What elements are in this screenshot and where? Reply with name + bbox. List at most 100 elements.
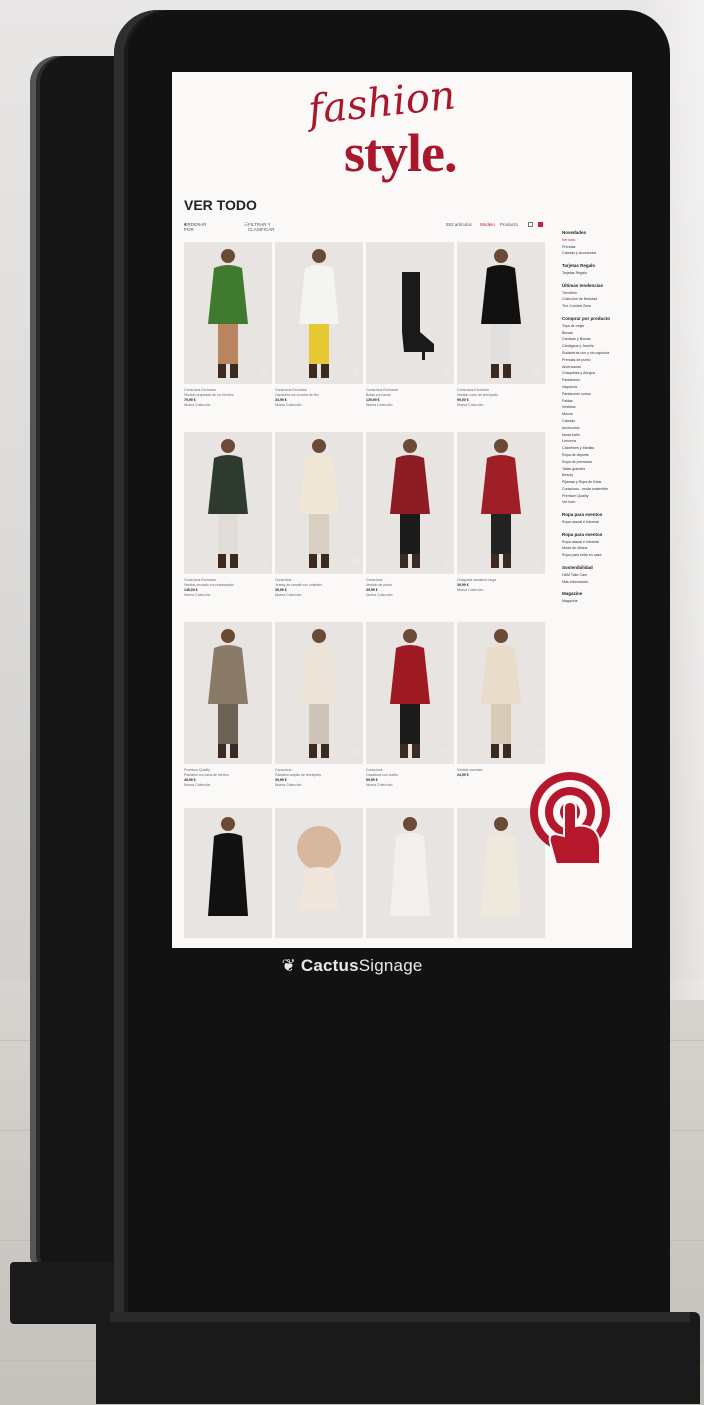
grid-small-icon[interactable] <box>528 222 533 227</box>
product-photo[interactable] <box>184 808 272 938</box>
product-tag: Nueva Colección <box>275 593 302 597</box>
heart-icon[interactable]: ♡ <box>534 748 541 757</box>
product-photo[interactable]: ♡ <box>366 622 454 764</box>
product-meta: Conscious Cazadora con cuello 59,99 € Nu… <box>366 768 454 788</box>
product-image <box>299 629 339 758</box>
sidebar-item[interactable]: Pijamas y Ropa de Estar <box>562 479 628 486</box>
filter-button[interactable]: ☷ FILTRAR Y CLASIFICAR <box>244 222 275 232</box>
sidebar-item[interactable]: Vestidos <box>562 404 628 411</box>
heart-icon[interactable]: ♡ <box>352 368 359 377</box>
product-image <box>481 439 521 568</box>
sidebar-item[interactable]: Ver todo <box>562 499 628 506</box>
product-tag: Nueva Colección <box>366 783 393 787</box>
category-sidebar: Novedades Ver todo Prendas Calzado y Acceso… <box>562 224 628 605</box>
model-view-toggle[interactable]: Modelo <box>480 222 495 227</box>
sidebar-item[interactable]: Monos <box>562 411 628 418</box>
sidebar-item[interactable]: Magazine <box>562 598 628 605</box>
product-photo[interactable] <box>366 808 454 938</box>
sidebar-heading: Magazine <box>562 591 583 597</box>
sidebar-item[interactable]: Beauty <box>562 472 628 479</box>
page-title: VER TODO <box>184 197 257 213</box>
sidebar-item[interactable]: Chaquetas y Abrigos <box>562 370 628 377</box>
heart-icon[interactable]: ♡ <box>443 368 450 377</box>
product-photo[interactable]: ♡ <box>457 622 545 764</box>
sidebar-item[interactable]: Conscious - moda sostenible <box>562 486 628 493</box>
product-photo[interactable]: ♡ <box>275 242 363 384</box>
heart-icon[interactable]: ♡ <box>534 368 541 377</box>
sidebar-item[interactable]: Lencería <box>562 438 628 445</box>
product-photo[interactable]: ♡ <box>366 242 454 384</box>
sidebar-item[interactable]: H&M Take Care <box>562 572 628 579</box>
heart-icon[interactable]: ♡ <box>534 558 541 567</box>
sidebar-item[interactable]: Premium Quality <box>562 493 628 500</box>
heart-icon[interactable]: ♡ <box>261 368 268 377</box>
product-meta: Conscious Vestido de punto 39,99 € Nueva… <box>366 578 454 598</box>
product-image <box>390 439 430 568</box>
sidebar-item[interactable]: Blusas <box>562 330 628 337</box>
sidebar-item[interactable]: The Comfort Zone <box>562 303 628 310</box>
sidebar-item[interactable]: Calzado y Accesorios <box>562 250 628 257</box>
sidebar-item[interactable]: Faldas <box>562 398 628 405</box>
brand-logo: ❦ CactusSignage <box>0 956 704 976</box>
sidebar-heading: Sostenibilidad <box>562 565 593 571</box>
sidebar-item[interactable]: Colección de Navidad <box>562 296 628 303</box>
sidebar-item[interactable]: Prendas <box>562 244 628 251</box>
heart-icon[interactable]: ♡ <box>352 558 359 567</box>
product-tag: Nueva Colección <box>457 588 484 592</box>
sidebar-item[interactable]: Tops de mujer <box>562 323 628 330</box>
kiosk-foot <box>96 1312 700 1404</box>
sidebar-heading: Ropa para eventos <box>562 531 603 537</box>
sidebar-item[interactable]: Ropa casual e informal <box>562 519 628 526</box>
heart-icon[interactable]: ♡ <box>443 558 450 567</box>
sidebar-item[interactable]: Más información <box>562 579 628 586</box>
sidebar-item[interactable]: Prendas de punto <box>562 357 628 364</box>
sidebar-item[interactable]: Ropa casual e informal <box>562 539 628 546</box>
sidebar-item[interactable]: Sudaderas con y sin capucha <box>562 350 628 357</box>
sidebar-item[interactable]: Calzado <box>562 418 628 425</box>
product-photo[interactable]: ♡ <box>275 622 363 764</box>
product-photo[interactable]: ♡ <box>457 242 545 384</box>
heart-icon[interactable]: ♡ <box>443 748 450 757</box>
product-image <box>299 439 339 568</box>
sidebar-item[interactable]: Moda de oficina <box>562 545 628 552</box>
product-meta: Conscious Exclusive Vestido cruzado con … <box>184 578 272 598</box>
grid-large-icon[interactable] <box>538 222 543 227</box>
sidebar-item[interactable]: Tarjetas Regalo <box>562 270 628 277</box>
heart-icon[interactable]: ♡ <box>261 558 268 567</box>
sidebar-item[interactable]: Ropa de premamá <box>562 459 628 466</box>
heart-icon[interactable]: ♡ <box>352 748 359 757</box>
product-photo[interactable]: ♡ <box>366 432 454 574</box>
sidebar-item[interactable]: Pantalones <box>562 377 628 384</box>
product-view-toggle[interactable]: Producto <box>500 222 518 227</box>
sidebar-item[interactable]: Ropa de deporte <box>562 452 628 459</box>
sidebar-item[interactable]: Tallas grandes <box>562 466 628 473</box>
sidebar-item[interactable]: Vaqueros <box>562 384 628 391</box>
heart-icon[interactable]: ♡ <box>261 748 268 757</box>
brand-rest: Signage <box>358 956 423 975</box>
product-photo[interactable] <box>275 808 363 938</box>
sidebar-item[interactable]: Ropa para estar en casa <box>562 552 628 559</box>
product-photo[interactable]: ♡ <box>184 242 272 384</box>
kiosk-foot-edge <box>110 1312 690 1322</box>
sort-dropdown[interactable]: ORDENAR POR ▾ <box>184 222 207 232</box>
sidebar-item[interactable]: Pantalones cortos <box>562 391 628 398</box>
toolbar: ORDENAR POR ▾ ☷ FILTRAR Y CLASIFICAR 552… <box>184 222 544 232</box>
product-photo[interactable]: ♡ <box>184 432 272 574</box>
kiosk-screen[interactable]: fashion style. VER TODO ORDENAR POR ▾ ☷ … <box>172 72 632 948</box>
sidebar-item[interactable]: Calcetines y Medias <box>562 445 628 452</box>
sidebar-item[interactable]: Moda baño <box>562 432 628 439</box>
cactus-icon: ❦ <box>281 956 296 975</box>
sidebar-item[interactable]: Accesorios <box>562 425 628 432</box>
sidebar-item[interactable]: Americanas <box>562 364 628 371</box>
sidebar-item[interactable]: Camisas y Blusas <box>562 336 628 343</box>
product-photo[interactable]: ♡ <box>184 622 272 764</box>
item-count: 552 artículos <box>446 222 472 227</box>
sidebar-item[interactable]: Ver todo <box>562 237 628 244</box>
sidebar-item[interactable]: Trendelin <box>562 290 628 297</box>
sidebar-item[interactable]: Cárdigans y Jerséis <box>562 343 628 350</box>
product-image <box>390 817 430 916</box>
product-image <box>208 249 248 378</box>
product-photo[interactable]: ♡ <box>457 432 545 574</box>
product-photo[interactable]: ♡ <box>275 432 363 574</box>
sidebar-heading: Tarjetas Regalo <box>562 263 596 269</box>
